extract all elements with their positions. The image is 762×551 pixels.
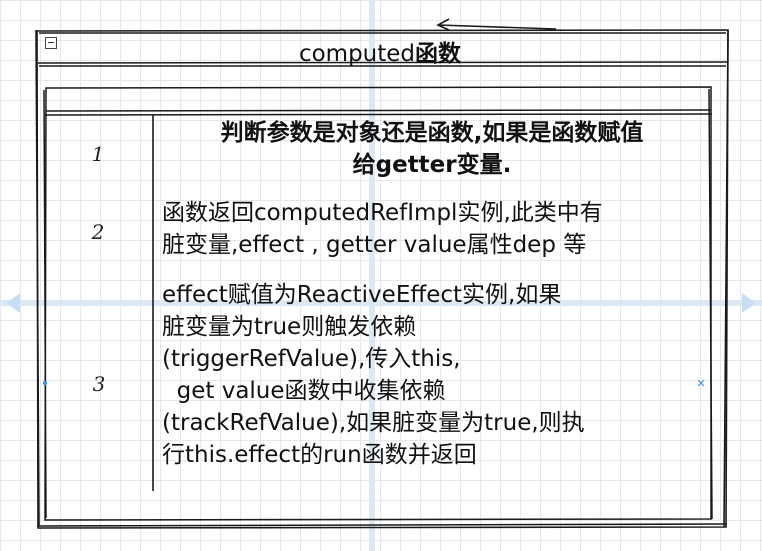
row-3-line: (triggerRefValue),传入this, (162, 346, 461, 372)
row-3-line: 行this.effect的run函数并返回 (162, 442, 477, 468)
row-number-2: 2 (91, 220, 105, 244)
row-1-line: 判断参数是对象还是函数,如果是函数赋值 (220, 120, 644, 146)
row-3-line: effect赋值为ReactiveEffect实例,如果 (162, 282, 562, 308)
row-1-text: 判断参数是对象还是函数,如果是函数赋值 给getter变量. (162, 117, 702, 181)
left-arrow-icon[interactable] (6, 293, 20, 313)
right-arrow-icon[interactable] (742, 293, 756, 313)
row-2-line: 函数返回computedRefImpl实例,此类中有 (162, 200, 603, 226)
table-header-separator (44, 109, 713, 116)
collapse-button[interactable] (45, 37, 57, 49)
row-3-line: (trackRefValue),如果脏变量为true,则执 (162, 410, 585, 436)
row-2-line: 脏变量,effect , getter value属性dep 等 (162, 232, 587, 258)
row-3-text: effect赋值为ReactiveEffect实例,如果 脏变量为true则触发… (162, 279, 702, 471)
row-number-3: 3 (92, 372, 106, 396)
row-2-text: 函数返回computedRefImpl实例,此类中有 脏变量,effect , … (162, 197, 702, 261)
title-suffix: 函数 (415, 41, 462, 67)
resize-handle-left[interactable] (42, 380, 48, 386)
row-3-line: get value函数中收集依赖 (162, 378, 446, 404)
row-3-line: 脏变量为true则触发依赖 (162, 314, 417, 340)
title-prefix: computed (298, 41, 416, 67)
row-number-1: 1 (91, 142, 105, 166)
row-1-line: 给getter变量. (352, 152, 512, 178)
connector-line (437, 24, 557, 30)
page-title: computed函数 (200, 34, 560, 68)
